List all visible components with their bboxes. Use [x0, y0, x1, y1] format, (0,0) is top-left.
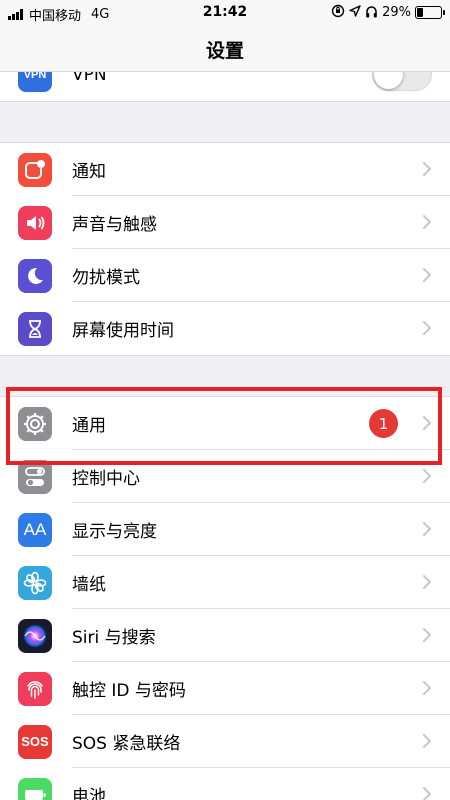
battery-percent: 29% [382, 5, 411, 20]
settings-row-sos[interactable]: SOS SOS 紧急联络 [0, 715, 450, 768]
chevron-right-icon [423, 628, 431, 642]
touch-id-icon [18, 671, 52, 706]
page-title: 设置 [205, 40, 244, 62]
settings-row-wallpaper[interactable]: 墙纸 [0, 556, 450, 609]
status-bar: 中国移动 4G 21:42 29% [0, 0, 450, 26]
chevron-right-icon [423, 469, 431, 483]
notifications-icon [18, 152, 52, 187]
settings-row-siri[interactable]: Siri 与搜索 [0, 609, 450, 662]
orientation-lock-icon [331, 4, 345, 21]
do-not-disturb-icon [18, 258, 52, 293]
row-label: 控制中心 [72, 469, 140, 489]
group-notifications: 通知声音与触感勿扰模式屏幕使用时间 [0, 142, 450, 356]
chevron-right-icon [423, 522, 431, 536]
row-label: 通知 [72, 162, 106, 182]
chevron-right-icon [423, 215, 431, 229]
screen-time-icon [18, 311, 52, 346]
battery-settings-icon [18, 777, 52, 800]
settings-row-do-not-disturb[interactable]: 勿扰模式 [0, 249, 450, 302]
row-label: 墙纸 [72, 575, 106, 595]
chevron-right-icon [423, 575, 431, 589]
row-label: 声音与触感 [72, 215, 157, 235]
status-right: 29% [331, 4, 445, 21]
location-icon [349, 5, 361, 20]
display-brightness-icon: AA [18, 512, 52, 547]
chevron-right-icon [423, 787, 431, 800]
wallpaper-icon [18, 565, 52, 600]
row-label: SOS 紧急联络 [72, 734, 181, 754]
settings-row-screen-time[interactable]: 屏幕使用时间 [0, 302, 450, 355]
headphones-icon [365, 5, 378, 21]
display-brightness-icon-text: AA [23, 519, 47, 539]
sos-icon: SOS [18, 724, 52, 759]
row-label: 显示与亮度 [72, 522, 157, 542]
row-label: 屏幕使用时间 [72, 321, 174, 341]
sos-icon-text: SOS [21, 734, 49, 749]
nav-bar: 设置 [0, 26, 450, 72]
chevron-right-icon [423, 268, 431, 282]
row-label: Siri 与搜索 [72, 628, 156, 648]
chevron-right-icon [423, 321, 431, 335]
settings-row-sounds[interactable]: 声音与触感 [0, 196, 450, 249]
chevron-right-icon [423, 162, 431, 176]
row-label: 电池 [72, 787, 106, 800]
row-label: 触控 ID 与密码 [72, 681, 186, 701]
chevron-right-icon [423, 734, 431, 748]
highlight-box [6, 387, 442, 465]
settings-row-touch-id[interactable]: 触控 ID 与密码 [0, 662, 450, 715]
settings-row-display-brightness[interactable]: AA 显示与亮度 [0, 503, 450, 556]
chevron-right-icon [423, 681, 431, 695]
battery-icon [415, 6, 445, 19]
settings-row-battery-settings[interactable]: 电池 [0, 768, 450, 800]
sounds-icon [18, 205, 52, 240]
row-label: 勿扰模式 [72, 268, 140, 288]
siri-icon [18, 618, 52, 653]
settings-row-notifications[interactable]: 通知 [0, 143, 450, 196]
